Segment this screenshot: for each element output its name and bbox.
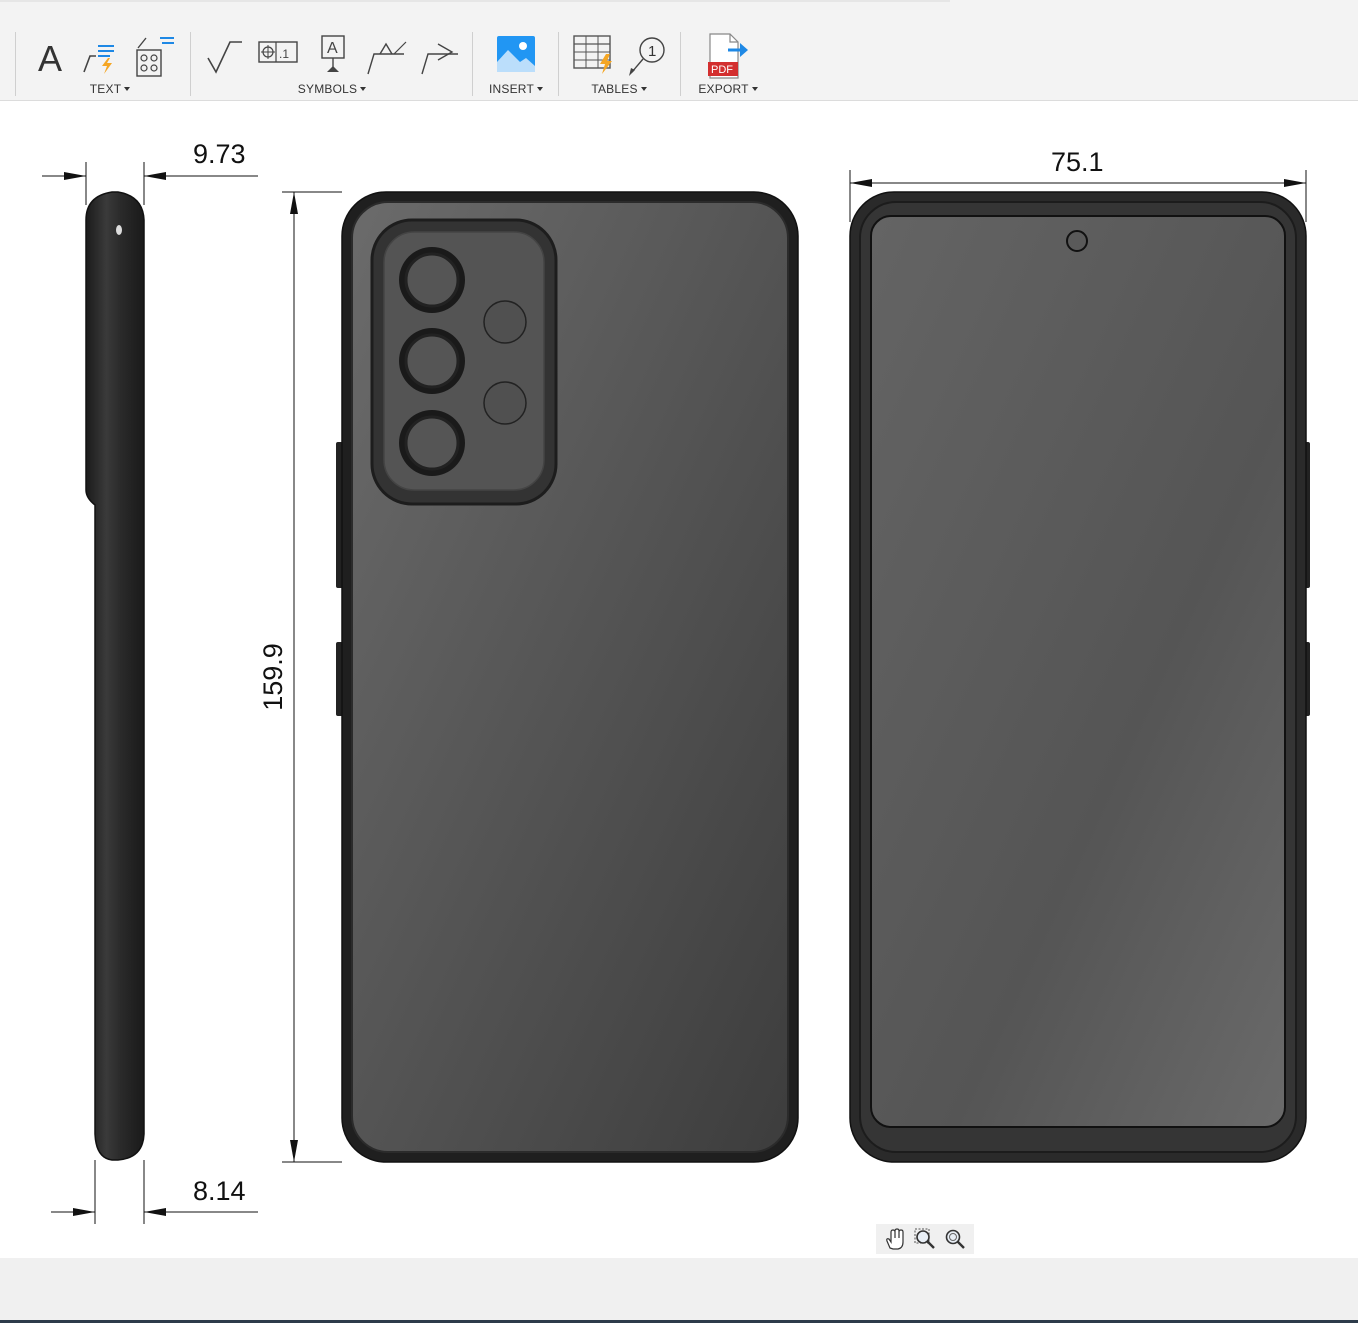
navigation-bar bbox=[876, 1224, 974, 1254]
side-view bbox=[42, 162, 258, 1224]
feature-control-frame-icon: .1 bbox=[258, 41, 298, 63]
back-view bbox=[282, 191, 799, 1163]
dimension-side-top[interactable]: 9.73 bbox=[193, 139, 246, 170]
zoom-button[interactable] bbox=[942, 1226, 968, 1252]
camera-lens bbox=[399, 328, 465, 394]
text-group-label-text: TEXT bbox=[89, 82, 122, 96]
welding-symbol-button[interactable] bbox=[364, 32, 408, 76]
svg-text:A: A bbox=[327, 40, 338, 57]
caret-down-icon bbox=[360, 86, 367, 91]
camera-lens bbox=[399, 247, 465, 313]
toolbar-top-strip bbox=[0, 0, 950, 2]
toolbar-separator bbox=[190, 32, 191, 96]
balloon-number: 1 bbox=[648, 43, 656, 60]
dimension-width[interactable]: 75.1 bbox=[1051, 147, 1104, 178]
surface-texture-icon bbox=[207, 41, 242, 74]
symbols-group-label[interactable]: SYMBOLS bbox=[196, 82, 468, 96]
insert-group-label-text: INSERT bbox=[489, 82, 534, 96]
insert-group-label[interactable]: INSERT bbox=[480, 82, 552, 96]
text-tool-icon: A bbox=[38, 38, 63, 79]
front-view bbox=[849, 170, 1310, 1163]
export-group-label[interactable]: EXPORT bbox=[688, 82, 768, 96]
leader-text-button[interactable] bbox=[78, 32, 114, 76]
toolbar-separator bbox=[472, 32, 473, 96]
tables-group-label-text: TABLES bbox=[591, 82, 638, 96]
edge-symbol-icon bbox=[421, 43, 458, 75]
pan-hand-icon bbox=[886, 1228, 904, 1250]
pdf-label: PDF bbox=[711, 64, 733, 76]
datum-identifier-button[interactable]: A bbox=[314, 32, 350, 76]
export-group-label-text: EXPORT bbox=[698, 82, 749, 96]
status-bar bbox=[0, 1258, 1358, 1323]
balloon-icon: 1 bbox=[629, 37, 665, 76]
drawing-canvas[interactable]: 9.73 8.14 159.9 75.1 bbox=[0, 101, 1358, 1258]
sensor-icon bbox=[483, 381, 527, 425]
text-tool-button[interactable]: A bbox=[34, 32, 70, 79]
front-camera-icon bbox=[1066, 230, 1088, 252]
welding-symbol-icon bbox=[367, 41, 407, 75]
zoom-window-icon bbox=[914, 1228, 935, 1249]
feature-control-frame-button[interactable]: .1 bbox=[256, 32, 300, 76]
image-icon bbox=[497, 36, 535, 72]
insert-group: INSERT bbox=[480, 24, 552, 100]
dimension-height[interactable]: 159.9 bbox=[258, 637, 290, 717]
caret-down-icon bbox=[751, 86, 758, 91]
datum-identifier-icon: A bbox=[321, 35, 345, 72]
svg-text:.1: .1 bbox=[279, 47, 289, 61]
table-text-icon bbox=[136, 37, 174, 77]
drawing-sheet bbox=[42, 162, 1310, 1224]
caret-down-icon bbox=[537, 86, 543, 91]
export-pdf-button[interactable]: PDF bbox=[706, 32, 750, 79]
dimension-side-bottom[interactable]: 8.14 bbox=[193, 1176, 246, 1207]
table-text-button[interactable] bbox=[134, 32, 174, 77]
toolbar-separator bbox=[558, 32, 559, 96]
caret-down-icon bbox=[124, 86, 131, 91]
text-group-label[interactable]: TEXT bbox=[30, 82, 190, 96]
symbols-group-label-text: SYMBOLS bbox=[297, 82, 358, 96]
tables-group-label[interactable]: TABLES bbox=[566, 82, 672, 96]
caret-down-icon bbox=[640, 86, 647, 91]
toolbar-separator bbox=[15, 32, 16, 96]
export-group: PDF EXPORT bbox=[688, 24, 768, 100]
camera-lens bbox=[399, 410, 465, 476]
text-group: A TEXT bbox=[30, 24, 190, 100]
symbols-group: .1 A SYMBOLS bbox=[196, 24, 468, 100]
balloon-button[interactable]: 1 bbox=[626, 32, 670, 76]
flash-icon bbox=[483, 300, 527, 344]
table-button[interactable] bbox=[572, 32, 616, 76]
surface-texture-button[interactable] bbox=[204, 32, 242, 76]
zoom-icon bbox=[945, 1229, 965, 1249]
pdf-export-icon: PDF bbox=[708, 33, 748, 79]
tables-group: 1 TABLES bbox=[566, 24, 672, 100]
toolbar: A TEXT .1 A SYMBOLS INSERT 1 TABLES PDF … bbox=[0, 0, 1358, 101]
toolbar-separator bbox=[680, 32, 681, 96]
zoom-window-button[interactable] bbox=[912, 1226, 938, 1252]
pan-button[interactable] bbox=[882, 1226, 908, 1252]
insert-image-button[interactable] bbox=[496, 32, 535, 76]
edge-symbol-button[interactable] bbox=[418, 32, 462, 76]
table-icon bbox=[573, 35, 612, 74]
leader-text-icon bbox=[83, 45, 114, 74]
